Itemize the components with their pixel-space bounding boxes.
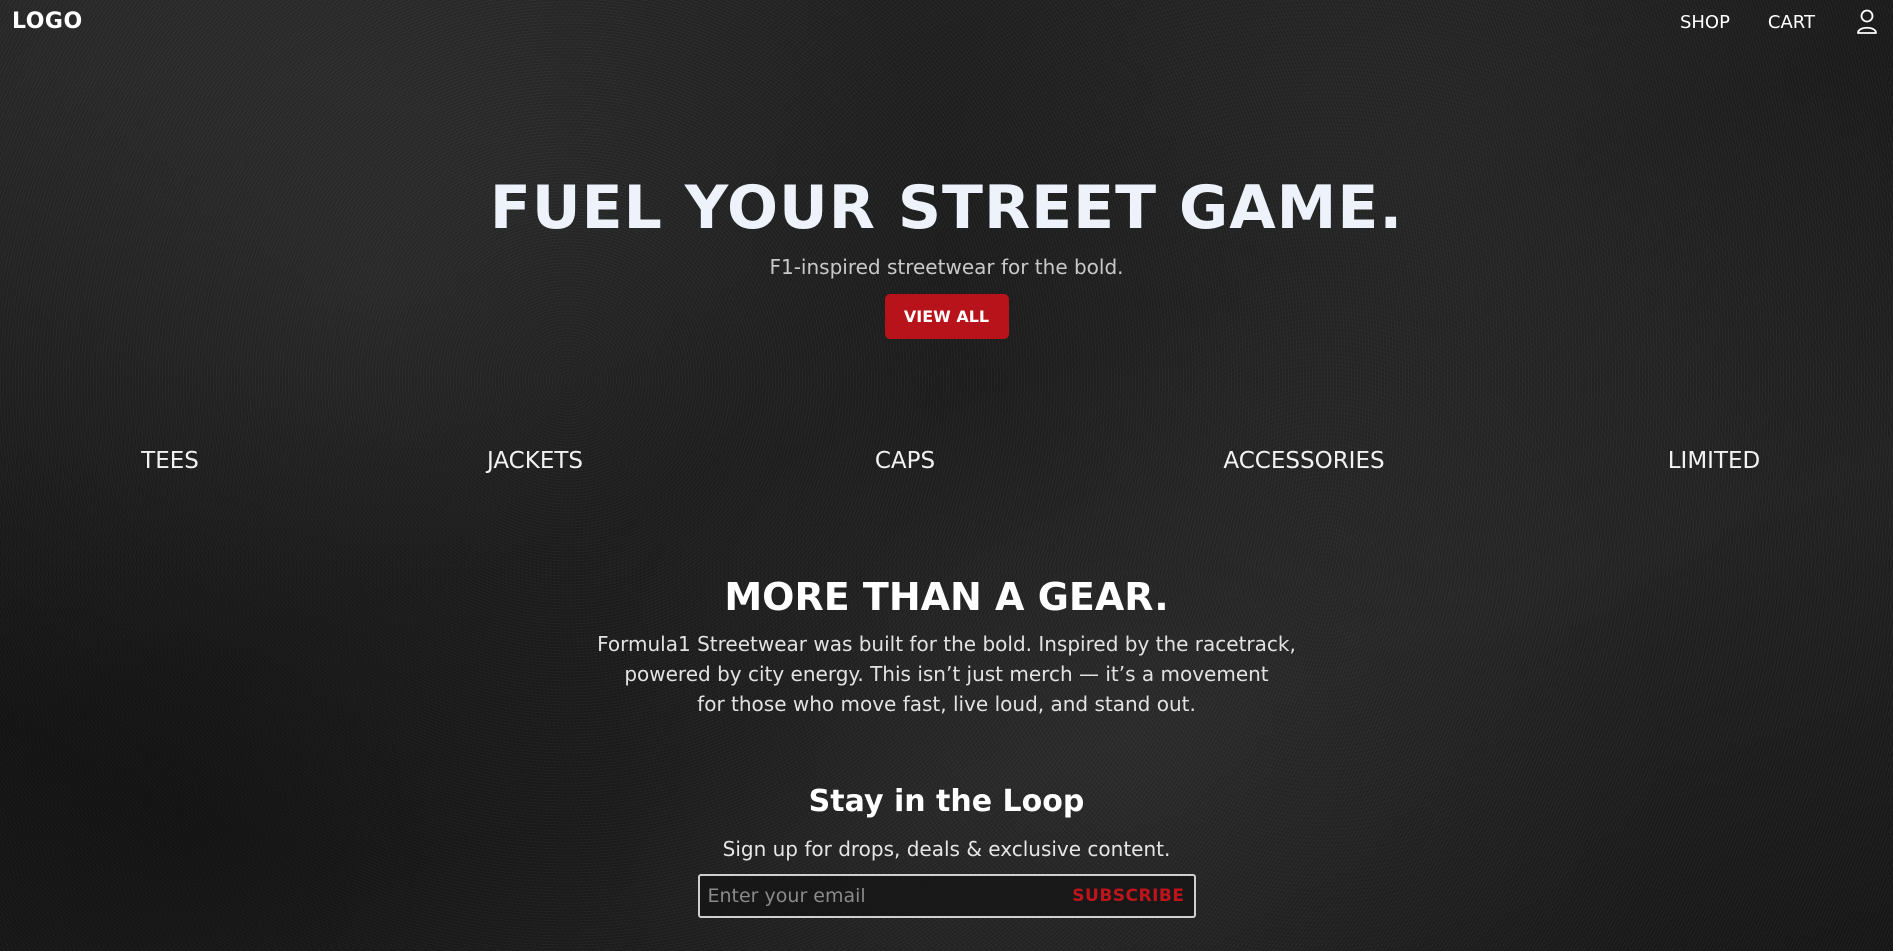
category-caps[interactable]: CAPS <box>875 448 935 474</box>
user-icon-graphic <box>1857 9 1877 34</box>
nav-cart-link[interactable]: CART <box>1768 12 1815 33</box>
view-all-button[interactable]: VIEW ALL <box>884 294 1009 339</box>
newsletter-title: Stay in the Loop <box>808 784 1085 819</box>
category-limited[interactable]: LIMITED <box>1668 448 1761 474</box>
about-text: Formula1 Streetwear was built for the bo… <box>597 629 1297 719</box>
category-nav: TEES JACKETS CAPS ACCESSORIES LIMITED <box>0 448 1893 482</box>
main-nav: SHOP CART <box>1680 0 1893 44</box>
email-input[interactable] <box>699 877 1067 915</box>
about-section: MORE THAN A GEAR. Formula1 Streetwear wa… <box>0 573 1893 719</box>
newsletter-subtitle: Sign up for drops, deals & exclusive con… <box>722 837 1171 861</box>
about-line: for those who move fast, live loud, and … <box>697 692 1196 716</box>
hero-subtitle: F1-inspired streetwear for the bold. <box>769 255 1124 279</box>
subscribe-form: SUBSCRIBE <box>697 874 1196 918</box>
category-tees[interactable]: TEES <box>141 448 199 474</box>
nav-shop-link[interactable]: SHOP <box>1680 12 1730 33</box>
about-title: MORE THAN A GEAR. <box>724 575 1169 619</box>
subscribe-button[interactable]: SUBSCRIBE <box>1066 886 1193 906</box>
hero-section: FUEL YOUR STREET GAME. F1-inspired stree… <box>0 170 1893 339</box>
about-line: powered by city energy. This isn’t just … <box>624 662 1269 686</box>
category-accessories[interactable]: ACCESSORIES <box>1223 448 1384 474</box>
site-logo[interactable]: LOGO <box>12 9 83 34</box>
top-navigation-bar: LOGO SHOP CART <box>0 0 1893 44</box>
user-icon[interactable] <box>1853 8 1881 36</box>
newsletter-section: Stay in the Loop Sign up for drops, deal… <box>0 780 1893 918</box>
hero-title: FUEL YOUR STREET GAME. <box>489 173 1404 243</box>
about-line: Formula1 Streetwear was built for the bo… <box>597 632 1296 656</box>
category-jackets[interactable]: JACKETS <box>487 448 583 474</box>
